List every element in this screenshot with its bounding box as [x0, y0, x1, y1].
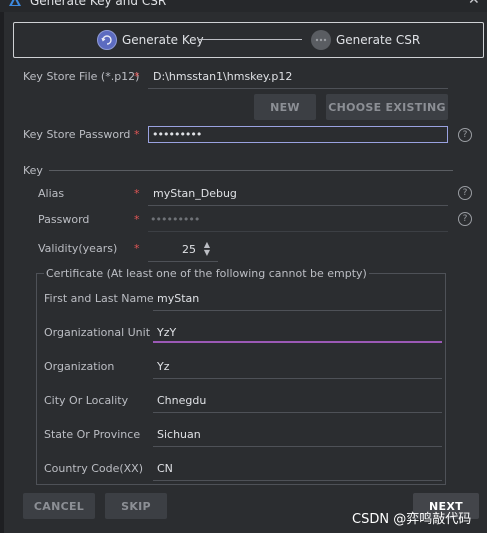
step-generate-key-label: Generate Key: [122, 33, 204, 47]
keystore-password-value: •••••••••: [152, 128, 202, 141]
country-code-field[interactable]: CN: [157, 462, 173, 475]
required-mark: *: [134, 213, 140, 226]
state-field[interactable]: Sichuan: [157, 428, 201, 441]
keystore-file-underline: [148, 88, 448, 89]
keystore-file-field[interactable]: D:\hmsstan1\hmskey.p12: [153, 70, 292, 83]
key-section-divider: [49, 170, 453, 171]
keystore-password-input[interactable]: •••••••••: [148, 126, 448, 143]
watermark: CSDN @弈鸣敲代码: [352, 512, 472, 527]
title-bar: Generate Key and CSR ✕: [0, 0, 487, 12]
country-code-label: Country Code(XX): [44, 462, 144, 475]
org-unit-focus-underline: [153, 341, 442, 343]
more-dots-icon: [315, 38, 327, 42]
state-underline: [153, 446, 442, 447]
validity-field[interactable]: 25: [182, 243, 196, 256]
key-password-field[interactable]: •••••••••: [150, 213, 200, 226]
help-icon[interactable]: ?: [458, 128, 472, 142]
organization-underline: [153, 378, 442, 379]
city-underline: [153, 412, 442, 413]
alias-label: Alias: [38, 187, 65, 200]
step-generate-csr-label: Generate CSR: [336, 33, 421, 47]
required-mark: *: [134, 70, 140, 83]
required-mark: *: [134, 128, 140, 141]
city-field[interactable]: Chnegdu: [157, 394, 206, 407]
certificate-group-title: Certificate (At least one of the followi…: [44, 267, 369, 280]
close-icon[interactable]: ✕: [468, 0, 480, 7]
chevron-down-icon[interactable]: ▼: [202, 249, 212, 257]
required-mark: *: [134, 187, 140, 200]
first-last-name-field[interactable]: myStan: [157, 292, 199, 305]
city-label: City Or Locality: [44, 394, 129, 407]
first-last-name-underline: [153, 310, 442, 311]
key-section-label: Key: [23, 164, 43, 177]
step-connector: [198, 39, 302, 40]
keystore-file-label: Key Store File (*.p12): [23, 70, 140, 83]
help-icon[interactable]: ?: [458, 212, 472, 226]
alias-field[interactable]: myStan_Debug: [153, 187, 237, 200]
keystore-password-label: Key Store Password: [23, 128, 131, 141]
key-password-underline: [148, 231, 448, 232]
key-password-label: Password: [38, 213, 90, 226]
window-title: Generate Key and CSR: [30, 0, 167, 8]
alias-underline: [148, 205, 448, 206]
org-unit-label: Organizational Unit: [44, 326, 151, 339]
validity-spinner[interactable]: ▲ ▼: [202, 241, 212, 257]
first-last-name-label: First and Last Name: [44, 292, 154, 305]
required-mark: *: [134, 242, 140, 255]
cancel-button[interactable]: CANCEL: [23, 493, 95, 519]
organization-label: Organization: [44, 360, 115, 373]
choose-existing-button[interactable]: CHOOSE EXISTING: [326, 94, 448, 120]
state-label: State Or Province: [44, 428, 141, 441]
skip-button[interactable]: SKIP: [105, 493, 167, 519]
organization-field[interactable]: Yz: [157, 360, 170, 373]
generate-key-step-icon: [97, 30, 117, 50]
refresh-icon: [101, 35, 112, 45]
validity-label: Validity(years): [38, 242, 118, 255]
left-edge: [0, 12, 4, 533]
help-icon[interactable]: ?: [458, 186, 472, 200]
org-unit-field[interactable]: YzY: [157, 326, 176, 339]
new-button[interactable]: NEW: [254, 94, 316, 120]
generate-csr-step-icon: [311, 30, 331, 50]
country-code-underline: [153, 480, 442, 481]
app-logo-icon: [9, 0, 21, 6]
validity-underline: [148, 261, 218, 262]
